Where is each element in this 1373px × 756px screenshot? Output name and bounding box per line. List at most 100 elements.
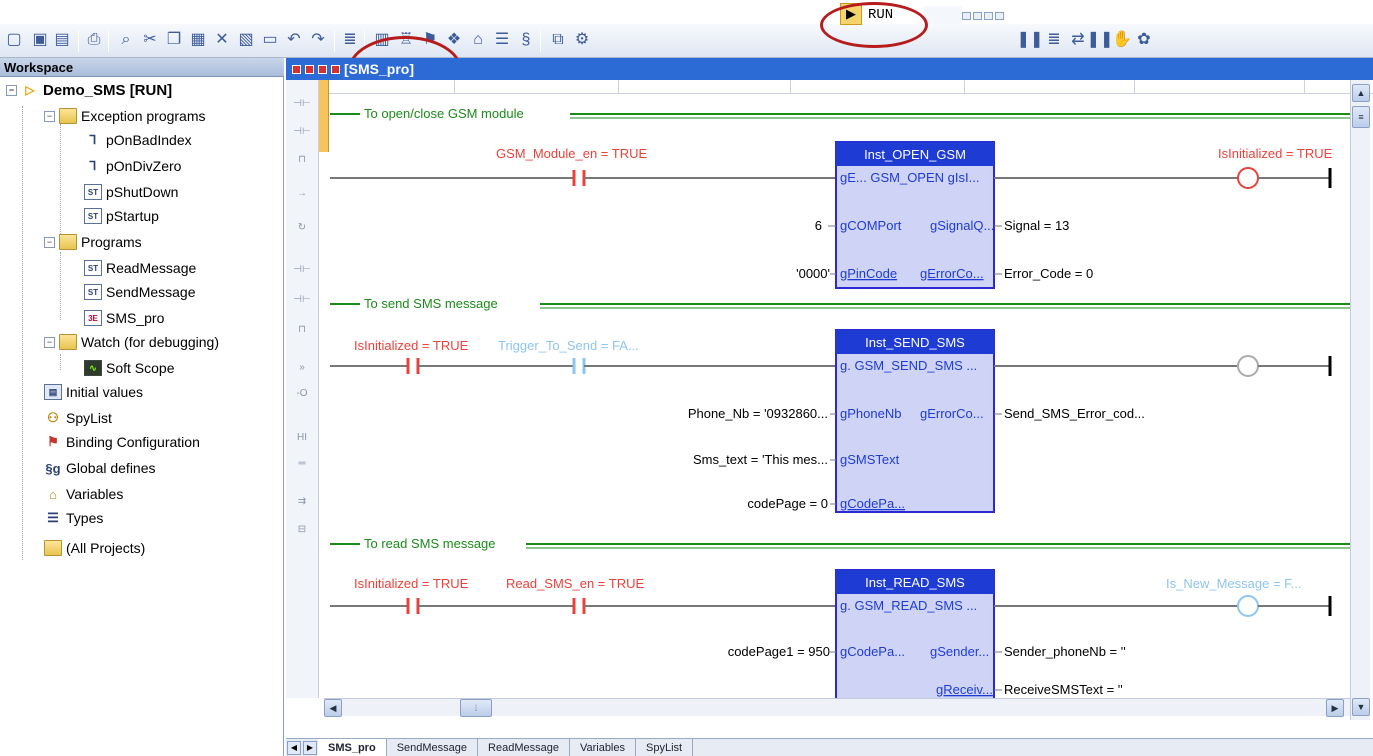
tree-item-initial-values[interactable]: ▤ Initial values [44, 380, 143, 404]
home-icon[interactable]: ⌂ [468, 30, 488, 50]
tree-item-pondivzero[interactable]: ⅂ pOnDivZero [84, 154, 182, 178]
copy-icon[interactable]: ❐ [164, 30, 184, 50]
scroll-up-icon[interactable]: ▲ [1352, 84, 1370, 102]
coil-label: IsInitialized = TRUE [1218, 146, 1333, 161]
horizontal-scrollbar[interactable]: ◀ ⦙ ▶ [324, 698, 1350, 717]
tree-item-binding-configuration[interactable]: ⚑ Binding Configuration [44, 430, 200, 454]
scroll-right-icon[interactable]: ▶ [1326, 699, 1344, 717]
tree-item-pshutdown[interactable]: ST pShutDown [84, 180, 178, 204]
fb-name: Inst_SEND_SMS [865, 335, 965, 350]
tree-item-all-projects[interactable]: (All Projects) [44, 536, 145, 560]
return-tool-icon[interactable]: -O [290, 384, 314, 404]
scroll-thumb[interactable]: ≡ [1352, 106, 1370, 128]
spylist-icon: ⚇ [47, 410, 59, 425]
find-icon[interactable]: ⌕ [116, 30, 136, 50]
new-icon[interactable]: ▢ [4, 30, 24, 50]
jump-tool-icon[interactable]: » [290, 358, 314, 378]
box-icon[interactable]: ▭ [260, 30, 280, 50]
pause-icon[interactable]: ❚❚ [1087, 30, 1114, 50]
tree-item-ponbadindex[interactable]: ⅂ pOnBadIndex [84, 128, 192, 152]
step-icon[interactable]: ✋ [1112, 30, 1132, 50]
spy-icon[interactable]: ≣ [1044, 30, 1064, 50]
paste-icon[interactable]: ▦ [188, 30, 208, 50]
tree-project-demo-sms[interactable]: − ▷ Demo_SMS [RUN] [6, 78, 172, 102]
contact-label: IsInitialized = TRUE [354, 338, 469, 353]
vertical-tool-icon[interactable]: ⇉ [290, 492, 314, 512]
tab-prev-icon[interactable]: ◀ [287, 740, 301, 755]
tab-sendmessage[interactable]: SendMessage [387, 739, 479, 756]
branch-tool-icon[interactable]: ⊣⊢ [290, 290, 314, 310]
cold-start-icon[interactable]: ❚❚ [1017, 30, 1044, 50]
delete-icon[interactable]: ✕ [212, 30, 232, 50]
st-program-icon: ST [84, 260, 102, 276]
redo-icon[interactable]: ↷ [308, 30, 328, 50]
comment-tool-icon[interactable]: ⊟ [290, 520, 314, 540]
tab-next-icon[interactable]: ▶ [303, 740, 317, 755]
tree-item-programs[interactable]: − Programs [44, 230, 142, 254]
branch-tool-icon[interactable]: ⊣⊢ [290, 260, 314, 280]
debug-icon[interactable]: ✿ [1134, 30, 1154, 50]
tab-spylist[interactable]: SpyList [636, 739, 694, 756]
coil-tool-icon[interactable]: → [290, 184, 314, 204]
st-program-icon: ST [84, 208, 102, 224]
properties-icon[interactable]: ▤ [52, 30, 72, 50]
contact-tool-icon[interactable]: ⊣⊢ [290, 94, 314, 114]
collapse-icon[interactable]: − [44, 110, 55, 122]
select-all-icon[interactable]: ▧ [236, 30, 256, 50]
insert-icon[interactable]: ≣ [340, 30, 360, 50]
tree-item-watch[interactable]: − Watch (for debugging) [44, 330, 219, 354]
coil-symbol[interactable] [1237, 595, 1259, 617]
scroll-thumb[interactable]: ⦙ [460, 699, 492, 717]
triangle-icon: ▷ [25, 83, 35, 97]
tree-item-readmessage[interactable]: ST ReadMessage [84, 256, 196, 280]
hi-tool-icon[interactable]: HI [290, 428, 314, 448]
fb-pin-in: gCodePa... [840, 496, 905, 511]
collapse-icon[interactable]: − [44, 336, 55, 348]
cut-icon[interactable]: ✂ [140, 30, 160, 50]
swap-icon[interactable]: ⇄ [1068, 30, 1088, 50]
tree-item-pstartup[interactable]: ST pStartup [84, 204, 159, 228]
initial-values-icon: ▤ [44, 384, 62, 400]
palette-highlight [319, 80, 329, 152]
build-icon[interactable]: ⚙ [572, 30, 592, 50]
tab-variables[interactable]: Variables [570, 739, 636, 756]
undo-icon[interactable]: ↶ [284, 30, 304, 50]
editor-tabs: ◀ ▶ SMS_pro SendMessage ReadMessage Vari… [286, 738, 1373, 756]
collapse-icon[interactable]: − [44, 236, 55, 248]
tree-item-exception-programs[interactable]: − Exception programs [44, 104, 206, 128]
coil-symbol[interactable] [1237, 167, 1259, 189]
rotate-tool-icon[interactable]: ↻ [290, 218, 314, 238]
status-square-icon [331, 64, 340, 74]
save-icon[interactable]: ▣ [30, 30, 50, 50]
print-icon[interactable]: ⎙ [84, 30, 104, 50]
contact-label: Trigger_To_Send = FA... [498, 338, 639, 353]
global-defines-icon[interactable]: § [516, 30, 536, 50]
block-tool-icon[interactable]: ⊓ [290, 150, 314, 170]
vertical-scrollbar[interactable]: ▲ ≡ ▼ [1350, 80, 1370, 720]
ld-palette: ⊣⊢ ⊣⊢ ⊓ → ↻ ⊣⊢ ⊣⊢ ⊓ » -O HI ═ ⇉ ⊟ [286, 80, 319, 698]
tree-item-spylist[interactable]: ⚇ SpyList [44, 406, 112, 430]
tree-item-sendmessage[interactable]: ST SendMessage [84, 280, 196, 304]
scroll-left-icon[interactable]: ◀ [324, 699, 342, 717]
status-square-icon [318, 64, 327, 74]
types-icon[interactable]: ☰ [492, 30, 512, 50]
tree-item-variables[interactable]: ⌂ Variables [44, 482, 123, 506]
line-tool-icon[interactable]: ═ [290, 454, 314, 474]
column-ruler [286, 80, 1373, 94]
tree-item-global-defines[interactable]: §g Global defines [44, 456, 155, 480]
tree-item-types[interactable]: ☰ Types [44, 506, 103, 530]
toolbar-separator [334, 30, 335, 52]
block-tool-icon[interactable]: ⊓ [290, 320, 314, 340]
tab-sms-pro[interactable]: SMS_pro [318, 739, 387, 756]
tab-readmessage[interactable]: ReadMessage [478, 739, 570, 756]
parallel-contact-tool-icon[interactable]: ⊣⊢ [290, 122, 314, 142]
coil-symbol[interactable] [1237, 355, 1259, 377]
fb-pin-out: gSignalQ... [930, 218, 994, 233]
tree-item-soft-scope[interactable]: ∿ Soft Scope [84, 356, 175, 380]
collapse-icon[interactable]: − [6, 84, 17, 96]
editor-title: [SMS_pro] [344, 61, 414, 77]
compile-icon[interactable]: ⧉ [548, 30, 568, 50]
scroll-down-icon[interactable]: ▼ [1352, 698, 1370, 716]
fb-input-value: 6 [815, 218, 822, 233]
tree-item-sms-pro[interactable]: 3E SMS_pro [84, 306, 164, 330]
